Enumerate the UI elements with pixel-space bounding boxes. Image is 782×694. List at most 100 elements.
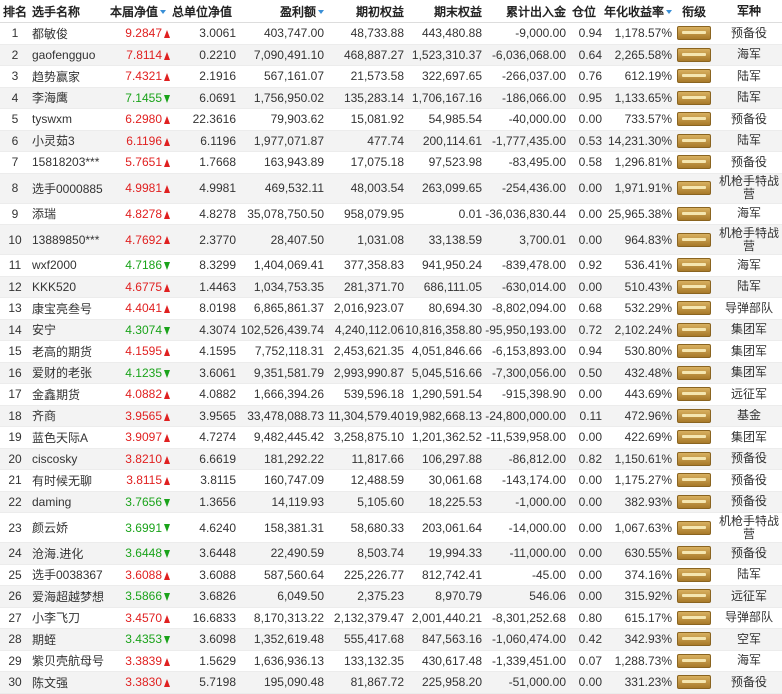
header-profit[interactable]: 盈利额 (236, 3, 324, 20)
player-name-link[interactable]: 李海鹰 (30, 89, 110, 106)
start-equity-cell: 81,867.72 (350, 675, 404, 690)
player-name-link[interactable]: 康宝亮叁号 (30, 300, 110, 317)
player-name-link[interactable]: 爱财的老张 (30, 364, 110, 381)
player-name-link[interactable]: ciscosky (30, 452, 110, 466)
nav-cell: 4.8278 (110, 207, 172, 221)
arrow-up-icon (164, 679, 170, 688)
player-name-link[interactable]: 颜云娇 (30, 519, 110, 536)
annual-return-cell: 532.29% (624, 301, 672, 316)
army-cell: 机枪手特战营 (718, 175, 779, 201)
net-flow-cell: -95,950,193.00 (485, 322, 566, 337)
rank-cell: 19 (8, 430, 22, 445)
player-name-link[interactable]: 蓝色天际A (30, 429, 110, 446)
profit-cell: 403,747.00 (263, 26, 324, 41)
player-name-link[interactable]: 期蛭 (30, 631, 110, 648)
end-equity-cell: 19,982,668.13 (405, 408, 482, 423)
player-name-link[interactable]: 选手0000885 (30, 180, 110, 197)
rank-insignia-icon (677, 47, 711, 62)
player-name-link[interactable]: 选手0038367 (30, 566, 110, 583)
player-name-link[interactable]: 小灵茹3 (30, 132, 110, 149)
army-cell: 预备役 (730, 155, 767, 169)
net-flow-cell: -6,036,068.00 (491, 47, 566, 62)
profit-cell: 181,292.22 (263, 451, 324, 466)
end-equity-cell: 19,994.33 (428, 546, 482, 561)
army-cell: 预备役 (730, 26, 767, 40)
army-cell: 预备役 (730, 452, 767, 466)
rank-insignia-icon (677, 155, 711, 170)
army-cell: 集团军 (730, 344, 767, 358)
header-annual-return-label: 年化收益率 (603, 4, 664, 19)
rank-insignia-icon (677, 546, 711, 561)
unit-nav-cell: 3.9565 (199, 408, 236, 423)
player-name-link[interactable]: 爱海超越梦想 (30, 588, 110, 605)
end-equity-cell: 941,950.24 (421, 258, 482, 273)
grade-cell (672, 675, 716, 690)
net-flow-cell: -186,066.00 (501, 90, 566, 105)
player-name-link[interactable]: 13889850*** (30, 233, 110, 247)
player-name-link[interactable]: 金鑫期货 (30, 386, 110, 403)
position-cell: 0.82 (578, 451, 602, 466)
player-name-link[interactable]: tyswxm (30, 112, 110, 126)
rank-cell: 13 (8, 301, 22, 316)
header-annual-return[interactable]: 年化收益率 (602, 3, 672, 20)
table-row: 1 都敏俊 9.2847 3.0061 403,747.00 48,733.88 443,4… (0, 23, 782, 45)
army-cell: 陆军 (736, 91, 761, 105)
player-name-link[interactable]: 都敏俊 (30, 25, 110, 42)
grade-cell (672, 90, 716, 105)
player-name-link[interactable]: 沧海.进化 (30, 545, 110, 562)
rank-insignia-icon (677, 206, 711, 221)
header-nav[interactable]: 本届净值 (110, 3, 172, 20)
position-cell: 0.92 (578, 258, 602, 273)
player-name-link[interactable]: 陈文强 (30, 674, 110, 691)
net-flow-cell: 546.06 (529, 589, 566, 604)
player-name-link[interactable]: KKK520 (30, 280, 110, 294)
player-name-link[interactable]: 小李飞刀 (30, 609, 110, 626)
profit-cell: 1,666,394.26 (253, 387, 324, 402)
start-equity-cell: 15,081.92 (350, 112, 404, 127)
unit-nav-cell: 3.6098 (199, 632, 236, 647)
net-flow-cell: -40,000.00 (508, 112, 566, 127)
table-row: 4 李海鹰 7.1455 6.0691 1,756,950.02 135,283.14 1,… (0, 87, 782, 109)
nav-value: 6.1196 (126, 133, 162, 148)
end-equity-cell: 847,563.16 (421, 632, 482, 647)
position-cell: 0.11 (579, 408, 602, 423)
end-equity-cell: 263,099.65 (421, 181, 482, 195)
nav-cell: 3.9097 (110, 430, 172, 444)
grade-cell (672, 387, 716, 402)
start-equity-cell: 2,375.23 (357, 589, 404, 604)
player-name-link[interactable]: wxf2000 (30, 258, 110, 272)
profit-cell: 7,752,118.31 (254, 344, 324, 359)
net-flow-cell: -83,495.00 (508, 155, 566, 170)
player-name-link[interactable]: 趋势赢家 (30, 68, 110, 85)
sort-desc-icon[interactable] (160, 10, 167, 15)
position-cell: 0.50 (578, 365, 602, 380)
table-row: 19 蓝色天际A 3.9097 4.7274 9,482,445.42 3,258,875… (0, 427, 782, 449)
rank-cell: 5 (11, 112, 19, 127)
unit-nav-cell: 8.0198 (199, 301, 236, 316)
nav-value: 3.9565 (125, 408, 162, 423)
unit-nav-cell: 5.7198 (199, 675, 236, 690)
header-start-equity: 期初权益 (355, 4, 404, 19)
header-nav-label: 本届净值 (110, 4, 159, 19)
player-name-link[interactable]: 紫贝壳航母号 (30, 652, 110, 669)
nav-value: 9.2847 (125, 26, 162, 41)
rank-cell: 27 (8, 610, 22, 625)
player-name-link[interactable]: daming (30, 495, 110, 509)
net-flow-cell: -1,000.00 (515, 494, 566, 509)
position-cell: 0.58 (578, 155, 602, 170)
header-profit-label: 盈利额 (279, 4, 316, 19)
position-cell: 0.00 (578, 546, 602, 561)
grade-cell (672, 232, 716, 247)
player-name-link[interactable]: 安宁 (30, 321, 110, 338)
player-name-link[interactable]: 15818203*** (30, 155, 110, 169)
rank-cell: 11 (8, 258, 22, 273)
player-name-link[interactable]: gaofengguo (30, 48, 110, 62)
annual-return-cell: 536.41% (624, 258, 672, 273)
player-name-link[interactable]: 有时候无聊 (30, 472, 110, 489)
header-name: 选手名称 (32, 4, 81, 19)
player-name-link[interactable]: 老高的期货 (30, 343, 110, 360)
rank-insignia-icon (677, 133, 711, 148)
player-name-link[interactable]: 添瑞 (30, 205, 110, 222)
player-name-link[interactable]: 齐商 (30, 407, 110, 424)
army-cell: 海军 (736, 654, 761, 668)
